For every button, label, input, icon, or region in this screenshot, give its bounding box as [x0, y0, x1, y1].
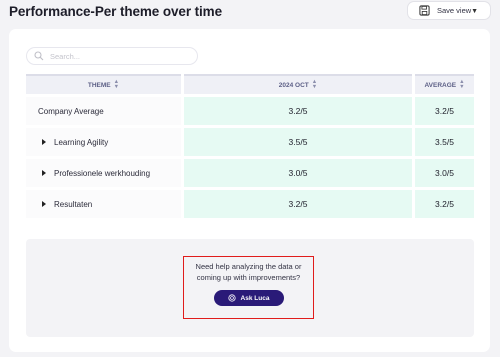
report-card: THEME ▲▼ 2024 OCT ▲▼ AVERAGE ▲▼ Company …	[9, 29, 490, 352]
floppy-disk-icon	[419, 5, 430, 16]
table-row: Company Average 3.2/5 3.2/5	[26, 97, 474, 125]
theme-cell[interactable]: Resultaten	[26, 190, 181, 218]
ask-luca-callout: Need help analyzing the data or coming u…	[183, 256, 314, 319]
theme-table: THEME ▲ ▼ 2024 OCT ▲ ▼ AVERAGE ▲ ▼ Company …	[26, 74, 474, 218]
column-header-label: AVERAGE	[424, 81, 457, 89]
help-text-line-1: Need help analyzing the data or	[195, 262, 302, 271]
theme-label: Resultaten	[54, 199, 93, 209]
theme-cell[interactable]: Learning Agility	[26, 128, 181, 156]
help-text-line-2: coming up with improvements?	[196, 272, 301, 282]
sort-icon: ▲ ▼	[311, 79, 318, 90]
expand-arrow-icon[interactable]	[42, 139, 46, 145]
page-title: Performance-Per theme over time	[9, 4, 222, 19]
table-header: THEME ▲ ▼ 2024 OCT ▲ ▼ AVERAGE ▲ ▼	[26, 74, 474, 94]
table-row: Resultaten 3.2/5 3.2/5	[26, 190, 474, 218]
search-box	[26, 47, 198, 65]
sort-icon: ▲ ▼	[459, 79, 465, 90]
score-cell-2024-oct: 3.0/5	[184, 159, 412, 187]
save-view-label: Save view	[437, 6, 472, 15]
save-view-button[interactable]: Save view ▼	[407, 1, 491, 20]
ask-luca-label: Ask Luca	[240, 294, 270, 302]
search-icon	[34, 51, 44, 61]
column-header-label: 2024 OCT	[278, 81, 309, 89]
score-cell-2024-oct: 3.5/5	[184, 128, 412, 156]
help-text: Need help analyzing the data or coming u…	[196, 262, 302, 283]
ask-luca-button[interactable]: Ask Luca	[213, 290, 284, 306]
score-cell-average: 3.0/5	[415, 159, 474, 187]
column-header-label: THEME	[87, 81, 111, 89]
column-header-average[interactable]: AVERAGE ▲ ▼	[415, 74, 474, 94]
expand-arrow-icon[interactable]	[42, 170, 46, 176]
score-cell-average: 3.5/5	[415, 128, 474, 156]
column-header-theme[interactable]: THEME ▲ ▼	[26, 74, 181, 94]
score-cell-average: 3.2/5	[415, 190, 474, 218]
help-panel: Need help analyzing the data or coming u…	[26, 239, 474, 337]
table-row: Learning Agility 3.5/5 3.5/5	[26, 128, 474, 156]
theme-cell[interactable]: Professionele werkhouding	[26, 159, 181, 187]
caret-down-icon: ▼	[471, 8, 478, 15]
score-cell-2024-oct: 3.2/5	[184, 190, 412, 218]
luca-assistant-icon	[227, 294, 236, 302]
search-input[interactable]	[50, 49, 190, 63]
score-cell-average: 3.2/5	[415, 97, 474, 125]
expand-arrow-icon[interactable]	[42, 201, 46, 207]
theme-label: Professionele werkhouding	[54, 168, 151, 178]
theme-cell: Company Average	[26, 97, 181, 125]
theme-label: Learning Agility	[54, 137, 109, 147]
column-header-2024-oct[interactable]: 2024 OCT ▲ ▼	[184, 74, 412, 94]
sort-icon: ▲ ▼	[113, 79, 120, 90]
score-cell-2024-oct: 3.2/5	[184, 97, 412, 125]
table-row: Professionele werkhouding 3.0/5 3.0/5	[26, 159, 474, 187]
